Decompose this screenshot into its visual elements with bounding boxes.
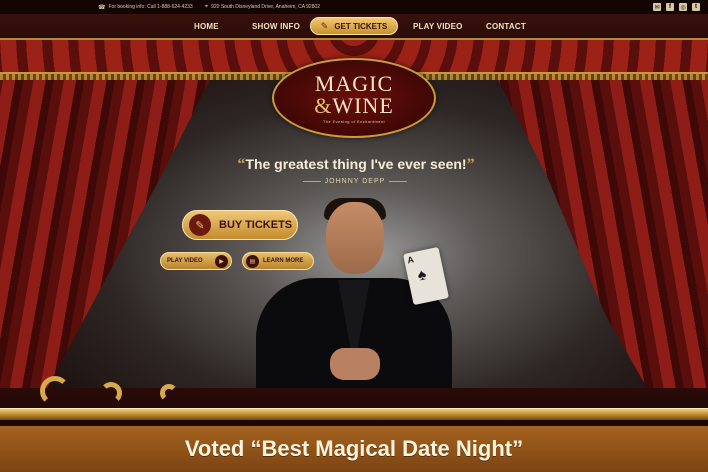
gold-stage-rail: [0, 408, 708, 420]
award-banner: Voted “Best Magical Date Night”: [0, 426, 708, 472]
hero-quote: “The greatest thing I've ever seen!”: [232, 156, 480, 174]
logo-ampersand: &: [314, 92, 333, 118]
spade-icon: ♠: [416, 266, 428, 285]
mail-icon[interactable]: ✉: [653, 3, 661, 11]
magician-hands: [330, 348, 380, 380]
play-video-button[interactable]: PLAY VIDEO ▶: [160, 252, 232, 270]
scroll-curl: [160, 384, 178, 402]
quote-text: The greatest thing I've ever seen!: [245, 156, 467, 172]
instagram-icon[interactable]: ◎: [679, 3, 687, 11]
booking-info: ☎ For booking info: Call 1-888-624-4233: [98, 4, 193, 11]
nav-show-info[interactable]: SHOW INFO: [252, 22, 300, 31]
play-video-label: PLAY VIDEO: [167, 258, 203, 264]
logo-tagline: The Evening of Enchantment: [323, 118, 385, 124]
phone-icon: ☎: [98, 4, 106, 11]
award-text: Voted “Best Magical Date Night”: [184, 436, 524, 461]
close-quote-icon: ”: [466, 156, 475, 173]
gold-scroll-ornament: [40, 372, 240, 406]
scroll-curl: [40, 376, 70, 406]
top-info-bar: ☎ For booking info: Call 1-888-624-4233 ⌖…: [0, 0, 708, 14]
ticket-icon: ✎: [189, 214, 211, 236]
right-curtain: [478, 40, 708, 430]
social-links: ✉ f ◎ t: [653, 3, 700, 11]
twitter-icon[interactable]: t: [692, 3, 700, 11]
scroll-curl: [100, 382, 122, 404]
nav-home[interactable]: HOME: [194, 22, 219, 31]
quote-attribution: JOHNNY DEPP: [290, 178, 420, 185]
ticket-icon: ✎: [320, 20, 329, 31]
contact-info: ☎ For booking info: Call 1-888-624-4233 ⌖…: [98, 4, 320, 11]
nav-get-tickets-button[interactable]: ✎ GET TICKETS: [310, 17, 398, 35]
logo-wine-text: WINE: [332, 92, 394, 118]
site-logo[interactable]: MAGIC &WINE The Evening of Enchantment: [272, 58, 436, 138]
map-pin-icon: ⌖: [204, 3, 209, 10]
nav-play-video[interactable]: PLAY VIDEO: [413, 22, 463, 31]
nav-contact[interactable]: CONTACT: [486, 22, 526, 31]
card-rank: A: [406, 254, 415, 266]
play-icon: ▶: [215, 254, 228, 268]
logo-word-wine: &WINE: [314, 92, 394, 118]
magician-face: [326, 202, 384, 274]
logo-word-magic: MAGIC: [314, 70, 394, 96]
facebook-icon[interactable]: f: [666, 3, 674, 11]
main-nav: HOME SHOW INFO ✎ GET TICKETS PLAY VIDEO …: [0, 14, 708, 40]
get-tickets-label: GET TICKETS: [334, 21, 388, 31]
address-info: ⌖ 920 South Disneyland Drive, Anaheim, CA…: [204, 3, 321, 11]
